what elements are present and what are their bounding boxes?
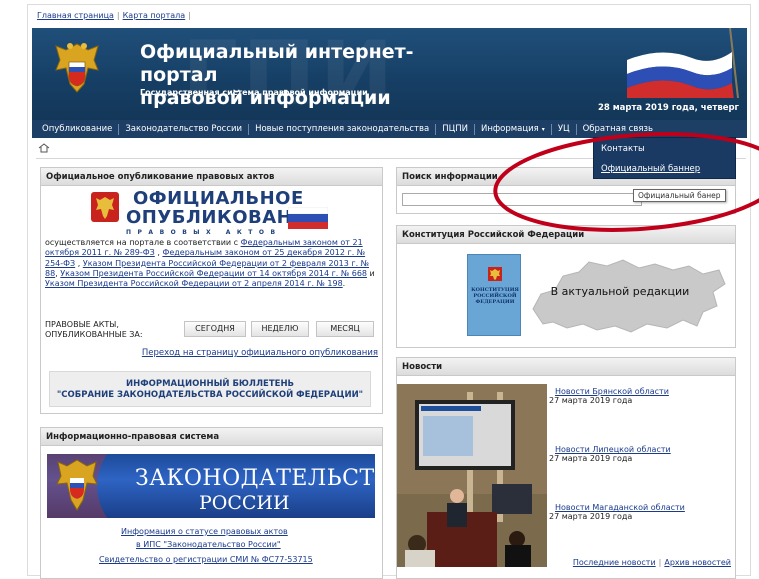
current-edition-label: В актуальной редакции [550, 285, 690, 298]
russian-flag-icon [627, 28, 739, 98]
media-registration-link[interactable]: Свидетельство о регистрации СМИ № ФС77-5… [99, 555, 313, 564]
site-header: ГПИ Официальный интернет-портал правовой… [32, 28, 747, 120]
month-button[interactable]: МЕСЯЦ [316, 321, 374, 337]
official-publication-logo[interactable]: ОФИЦИАЛЬНОЕ ОПУБЛИКОВАНИЕ ПРАВОВЫХ АКТОВ [86, 189, 336, 239]
decree-link-198[interactable]: Указом Президента Российской Федерации о… [45, 279, 343, 288]
official-publication-panel: Официальное опубликование правовых актов… [40, 167, 383, 414]
nav-publication[interactable]: Опубликование [32, 123, 120, 135]
coat-of-arms-icon [47, 454, 107, 518]
latest-news-link[interactable]: Последние новости [573, 558, 656, 567]
sitemap-link[interactable]: Карта портала [123, 11, 186, 20]
russia-map-icon[interactable] [527, 254, 727, 344]
logo-subtitle: ПРАВОВЫХ АКТОВ [126, 229, 282, 236]
decree-link-668[interactable]: Указом Президента Российской Федерации о… [60, 269, 367, 278]
flag-icon [288, 207, 328, 229]
panel-title: Новости [397, 358, 735, 376]
period-label: ПРАВОВЫЕ АКТЫ, ОПУБЛИКОВАННЫЕ ЗА: [45, 320, 143, 339]
official-publication-page-link[interactable]: Переход на страницу официального опублик… [142, 348, 378, 358]
nav-legislation[interactable]: Законодательство России [119, 123, 250, 135]
coat-of-arms-icon [91, 192, 119, 222]
current-date: 28 марта 2019 года, четверг [597, 103, 739, 113]
week-button[interactable]: НЕДЕЛЮ [251, 321, 309, 337]
act-status-link[interactable]: Информация о статусе правовых актов [121, 527, 288, 536]
nav-pcpi[interactable]: ПЦПИ [436, 123, 475, 135]
news-footer: Последние новости | Архив новостей [572, 558, 731, 567]
legal-system-panel: Информационно-правовая система ЗАКОНОДАТ… [40, 427, 383, 579]
coat-of-arms-icon [55, 43, 99, 93]
banner-title: ЗАКОНОДАТЕЛЬСТВО [135, 466, 375, 491]
nav-new-legislation[interactable]: Новые поступления законодательства [249, 123, 437, 135]
coat-of-arms-icon [488, 267, 502, 281]
today-button[interactable]: СЕГОДНЯ [184, 321, 246, 337]
constitution-panel: Конституция Российской Федерации КОНСТИТ… [396, 225, 736, 348]
news-archive-link[interactable]: Архив новостей [664, 558, 731, 567]
publication-basis-text: осуществляется на портале в соответствии… [45, 238, 375, 289]
news-item[interactable]: Новости Липецкой области 27 марта 2019 г… [547, 445, 732, 463]
home-icon[interactable] [38, 143, 50, 153]
news-photo[interactable] [397, 384, 547, 567]
constitution-book[interactable]: КОНСТИТУЦИЯ РОССИЙСКОЙ ФЕДЕРАЦИИ [467, 254, 521, 336]
banner-subtitle: РОССИИ [199, 492, 290, 514]
act-status-link-2[interactable]: в ИПС "Законодательство России" [136, 540, 281, 549]
home-link[interactable]: Главная страница [37, 11, 114, 20]
panel-title: Официальное опубликование правовых актов [41, 168, 382, 186]
annotation-ellipse [493, 132, 759, 232]
site-subtitle: Государственная система правовой информа… [140, 88, 368, 97]
bulletin-banner[interactable]: ИНФОРМАЦИОННЫЙ БЮЛЛЕТЕНЬ "СОБРАНИЕ ЗАКОН… [49, 371, 371, 407]
top-links: Главная страница | Карта портала | [37, 11, 191, 20]
site-title: Официальный интернет-портал правовой инф… [140, 41, 414, 109]
news-panel: Новости Новости Брянской области 27 март… [396, 357, 736, 579]
news-item[interactable]: Новости Брянской области 27 марта 2019 г… [547, 387, 732, 405]
panel-title: Информационно-правовая система [41, 428, 382, 446]
news-item[interactable]: Новости Магаданской области 27 марта 201… [547, 503, 732, 521]
legislation-of-russia-banner[interactable]: ЗАКОНОДАТЕЛЬСТВО РОССИИ [47, 454, 375, 518]
